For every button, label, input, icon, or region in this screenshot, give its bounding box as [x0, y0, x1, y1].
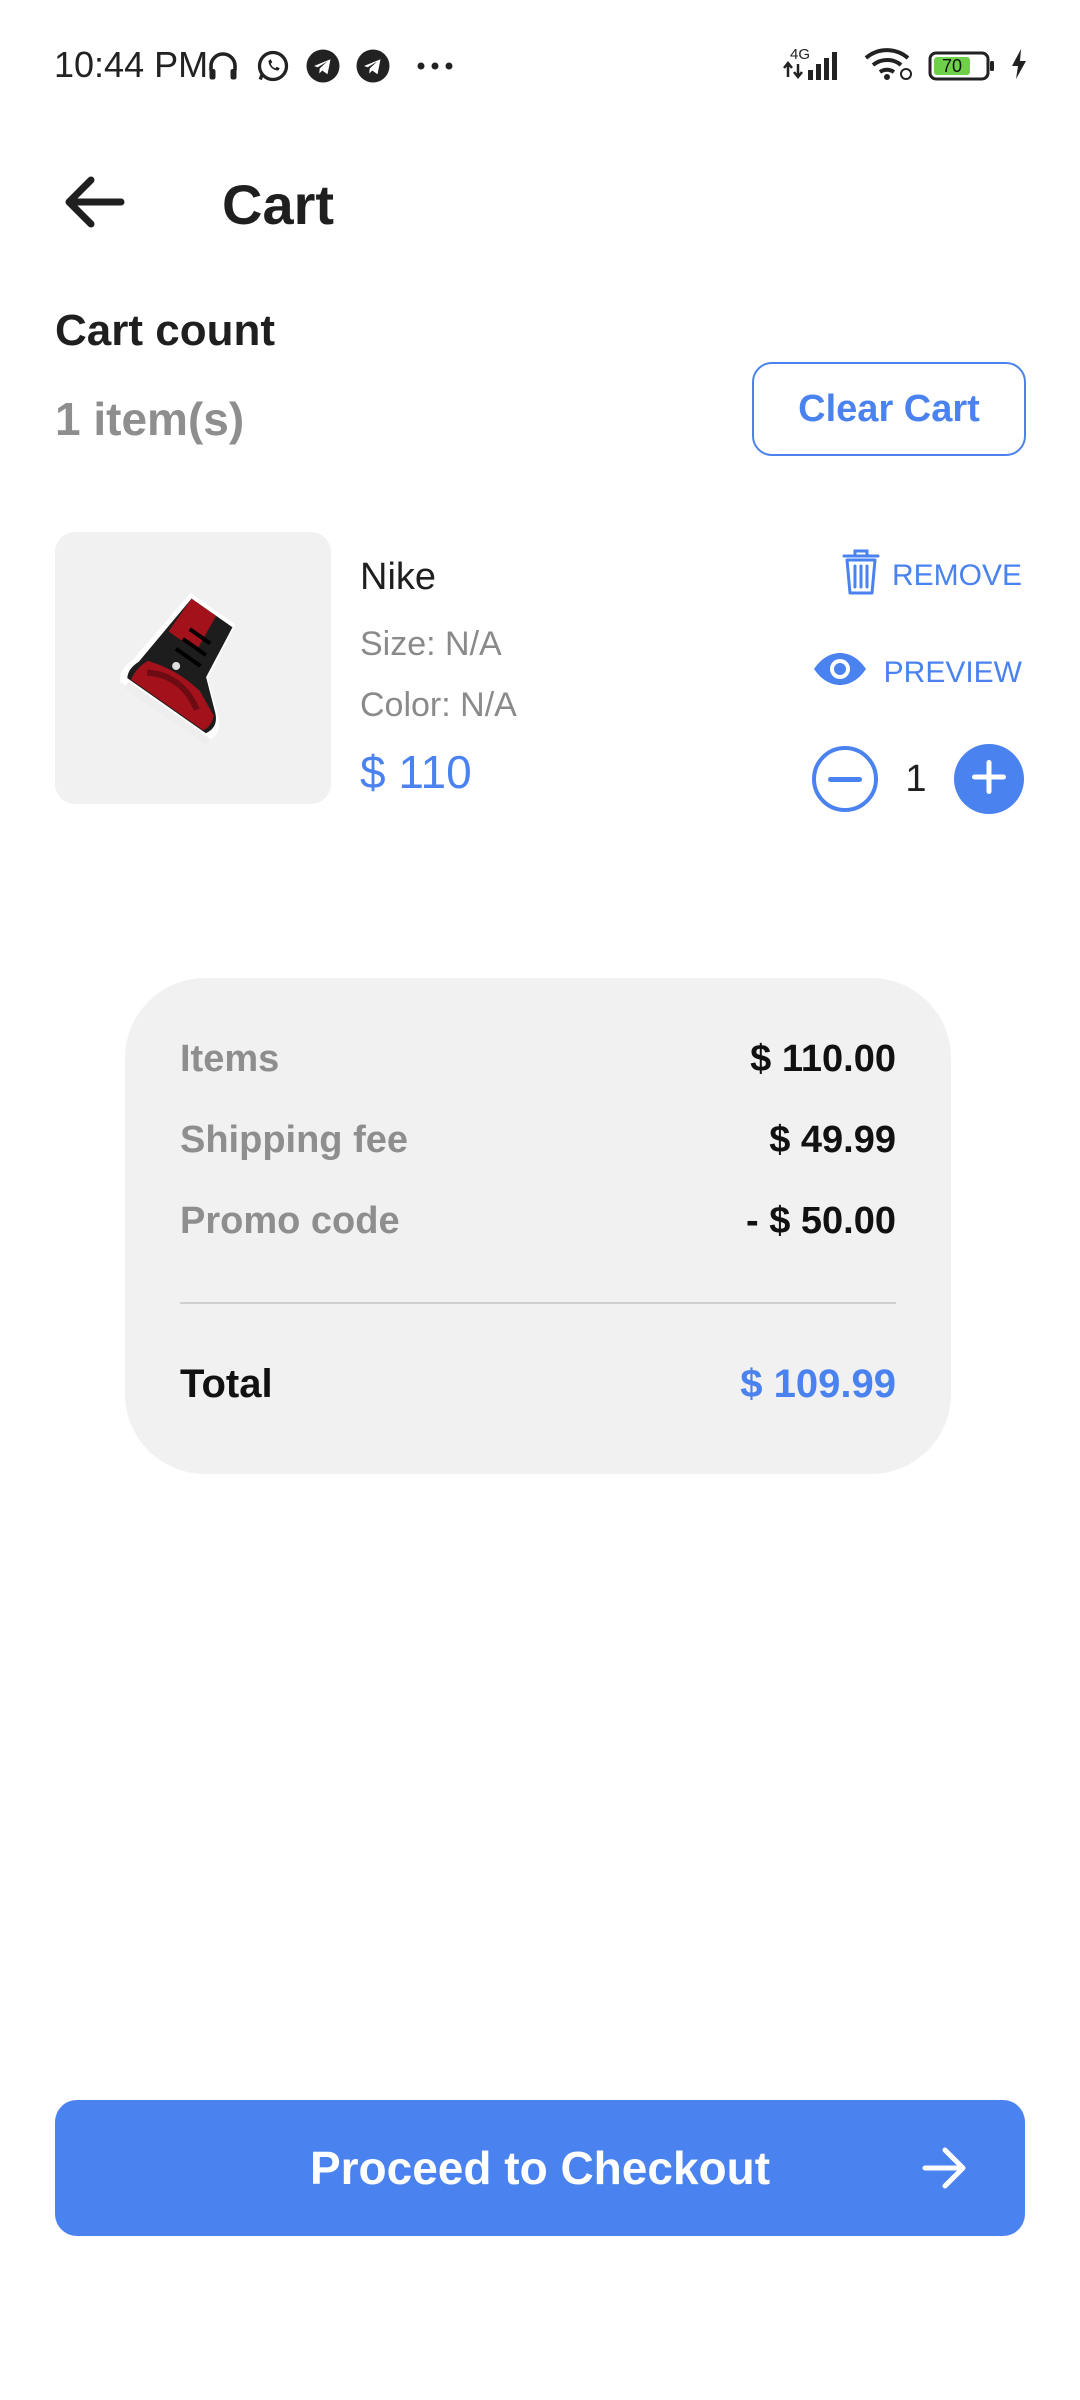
- arrow-right-icon: [921, 2146, 969, 2201]
- order-summary-card: Items $ 110.00 Shipping fee $ 49.99 Prom…: [125, 978, 951, 1474]
- status-notification-icons: [205, 46, 455, 86]
- more-dots-icon: [415, 60, 455, 72]
- whatsapp-icon: [255, 48, 291, 84]
- arrow-left-icon: [63, 175, 125, 234]
- quantity-value: 1: [905, 757, 927, 800]
- product-size: Size: N/A: [360, 625, 502, 663]
- headphones-icon: [205, 48, 241, 84]
- battery-level-text: 70: [942, 56, 963, 76]
- summary-row-items: Items $ 110.00: [180, 1038, 896, 1081]
- product-price: $ 110: [360, 746, 472, 798]
- wifi-icon: [864, 46, 914, 87]
- remove-label: REMOVE: [891, 559, 1022, 592]
- charging-icon: [1010, 48, 1028, 85]
- signal-icon: [780, 46, 850, 87]
- summary-divider: [180, 1302, 896, 1304]
- cart-count-value: 1 item(s): [55, 393, 245, 445]
- promo-code-value: - $ 50.00: [746, 1200, 896, 1242]
- telegram-icon: [305, 48, 341, 84]
- page-title: Cart: [222, 173, 335, 236]
- remove-button[interactable]: REMOVE: [842, 548, 1022, 604]
- increase-quantity-button[interactable]: [954, 744, 1024, 814]
- minus-icon: [828, 770, 862, 788]
- telegram-icon: [355, 48, 391, 84]
- battery-icon: 70: [928, 49, 996, 83]
- status-system-icons: 70: [780, 44, 1028, 88]
- eye-icon: [812, 652, 868, 694]
- clear-cart-button[interactable]: Clear Cart: [752, 362, 1026, 456]
- proceed-to-checkout-button[interactable]: Proceed to Checkout: [55, 2100, 1025, 2236]
- items-label: Items: [180, 1038, 280, 1080]
- shipping-fee-label: Shipping fee: [180, 1119, 408, 1161]
- plus-icon: [972, 759, 1006, 799]
- preview-button[interactable]: PREVIEW: [812, 652, 1022, 694]
- trash-icon: [842, 548, 880, 604]
- product-color: Color: N/A: [360, 686, 517, 724]
- back-button[interactable]: [58, 168, 130, 240]
- summary-row-total: Total $ 109.99: [180, 1362, 896, 1407]
- promo-code-label: Promo code: [180, 1200, 400, 1242]
- checkout-label: Proceed to Checkout: [309, 2142, 771, 2194]
- cart-count-label: Cart count: [55, 306, 275, 355]
- sneaker-image: [120, 593, 236, 746]
- summary-row-promo: Promo code - $ 50.00: [180, 1200, 896, 1243]
- preview-label: PREVIEW: [883, 656, 1022, 689]
- product-name: Nike: [360, 556, 437, 598]
- decrease-quantity-button[interactable]: [812, 746, 878, 812]
- product-image[interactable]: [55, 532, 331, 804]
- total-label: Total: [180, 1362, 273, 1406]
- shipping-fee-value: $ 49.99: [769, 1119, 896, 1161]
- items-value: $ 110.00: [750, 1038, 896, 1080]
- status-time: 10:44 PM: [54, 44, 209, 85]
- status-bar: 10:44 PM 4G 70: [0, 0, 1080, 130]
- summary-row-shipping: Shipping fee $ 49.99: [180, 1119, 896, 1162]
- quantity-stepper: 1: [812, 744, 1024, 814]
- total-value: $ 109.99: [740, 1362, 896, 1406]
